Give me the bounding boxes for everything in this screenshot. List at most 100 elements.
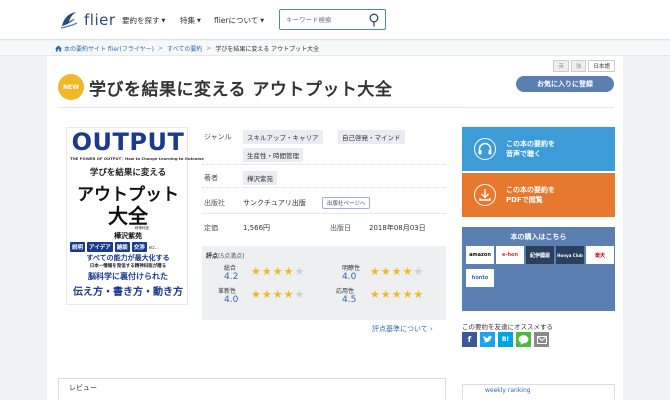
review-section: レビュー [58,378,446,400]
rating-score: 4.5 [342,295,357,305]
facebook-share-button[interactable]: f [462,332,477,347]
star-icon: ★ [251,265,261,278]
store-amazon[interactable]: amazon [466,246,494,264]
hatena-icon: B! [501,336,510,343]
cover-subtitle: 学びを結果に変える [89,168,167,178]
star-icon: ★ [294,288,305,301]
cover-english-subtitle: THE POWER OF OUTPUT：How to Change Learni… [70,156,204,161]
view-pdf-button[interactable]: この本の要約を PDFで閲覧 [462,173,615,217]
caret-down-icon: ▼ [260,17,265,24]
language-switch: 英 独 日本語 [553,60,615,72]
rating-stars: ★ ★ ★ ★ ★ [251,289,304,300]
divider [58,107,614,108]
cover-tagline-2: 日本一情報を発信する精神科医が贈る [89,264,167,269]
new-badge: NEW [58,74,84,100]
star-icon: ★ [272,265,283,278]
nav-find-summary[interactable]: 要約を探す ▼ [122,15,165,26]
listen-audio-line1: この本の要約を [506,140,555,148]
cover-tag: 雑談 [114,242,130,252]
add-favorite-button[interactable]: お気に入りに登録 [516,76,614,92]
rating-heading: 評点(5点満点) [206,251,245,260]
headphones-icon [474,138,496,160]
rating-criteria-link[interactable]: 評点基準について › [372,324,433,334]
caret-down-icon: ▼ [197,17,201,24]
weekly-ranking-section: weekly ranking [462,384,615,400]
genre-tag[interactable]: 生産性・時間管理 [243,148,303,162]
cover-tag: 説明 [70,242,86,252]
divider [202,187,446,188]
flier-logo[interactable]: flier [58,9,116,31]
view-pdf-line2: PDFで閲覧 [506,196,543,204]
book-title: 学びを結果に変える アウトプット大全 [89,80,393,100]
store-honya-club[interactable]: Honya Club [556,246,584,264]
rating-criteria-text: 評点基準について [372,325,428,333]
listen-audio-label: この本の要約を 音声で聴く [506,139,555,159]
line-icon [518,334,529,345]
cover-tagline-4: 伝え方・書き方・動き方 [73,287,183,298]
purchase-title: 本の購入はこちら [510,233,567,241]
flier-logo-icon [60,12,78,29]
breadcrumb-all-summaries[interactable]: すべての要約 [167,44,202,53]
line-share-button[interactable] [516,332,531,347]
rating-name: 応用性 [336,288,355,295]
genre-label: ジャンル [204,133,232,141]
star-icon: ★ [370,265,380,278]
rating-score: 4.2 [224,272,239,282]
star-icon: ★ [370,288,380,301]
lang-ja-button[interactable]: 日本語 [588,60,615,72]
star-icon: ★ [402,265,413,278]
nav-features[interactable]: 特集 ▼ [180,15,201,26]
price-label: 定価 [204,224,218,232]
twitter-share-button[interactable] [480,332,495,347]
share-buttons: f B! [462,332,549,347]
purchase-box: 本の購入はこちら amazon e-hon 紀伊國屋 Honya Club 楽天… [462,227,615,311]
star-icon: ★ [272,288,283,301]
divider [202,213,446,214]
lang-en-button[interactable]: 英 [553,60,569,72]
cover-output: OUTPUT [71,128,185,156]
genre-tag[interactable]: 自己啓発・マインド [338,130,405,144]
star-icon: ★ [402,288,413,301]
date-label: 出版日 [330,224,351,232]
rating-box: 評点(5点満点) 総合 4.2 ★ ★ ★ ★ ★ 明瞭性 4.0 ★ ★ ★ ★ ★ 革新性 … [202,246,446,320]
review-heading: レビュー [69,384,97,392]
date-value: 2018年08月03日 [369,224,426,232]
store-rakuten[interactable]: 楽天 [586,246,614,264]
store-ehon[interactable]: e-hon [496,246,524,264]
nav-label: flierについて [214,16,259,25]
star-icon: ★ [261,288,272,301]
breadcrumb-bar: 本の要約サイト flier(フライヤー) > すべての要約 > 学びを結果に変え… [0,41,670,56]
star-icon: ★ [251,288,261,301]
mail-share-button[interactable] [534,332,549,347]
star-icon: ★ [391,265,402,278]
listen-audio-button[interactable]: この本の要約を 音声で聴く [462,127,615,171]
publisher-value: サンクチュアリ出版 [243,199,306,207]
nav-about[interactable]: flierについて ▼ [214,15,264,26]
breadcrumb-separator: > [158,45,164,52]
store-kinokuniya[interactable]: 紀伊國屋 [526,246,554,264]
twitter-icon [482,335,492,343]
star-icon: ★ [283,288,294,301]
publisher-page-button[interactable]: 出版社ページへ [322,197,371,209]
search-input[interactable] [280,10,365,29]
rating-stars: ★ ★ ★ ★ ★ [370,266,423,277]
breadcrumb-home[interactable]: 本の要約サイト flier(フライヤー) [64,44,154,53]
author-tag[interactable]: 樺沢紫苑 [243,171,277,185]
breadcrumb-separator: > [206,45,212,52]
nav-label: 特集 [180,16,195,25]
view-pdf-line1: この本の要約を [506,186,555,194]
hatena-share-button[interactable]: B! [498,332,513,347]
cover-tags: 説明 アイデア 雑談 交渉 etc... [70,242,188,252]
genre-tag[interactable]: スキルアップ・キャリア [243,130,323,144]
search-icon[interactable] [368,13,380,27]
site-header: flier 要約を探す ▼ 特集 ▼ flierについて ▼ [0,0,670,40]
publisher-label: 出版社 [204,199,225,207]
lang-de-button[interactable]: 独 [570,60,587,72]
star-icon: ★ [380,288,391,301]
share-title: この要約を友達にオススメする [462,323,553,331]
author-label: 著者 [204,174,218,182]
store-honto[interactable]: honto [466,269,494,287]
search-box [279,9,386,30]
rating-score: 4.0 [224,295,239,305]
price-value: 1,566円 [243,224,271,232]
